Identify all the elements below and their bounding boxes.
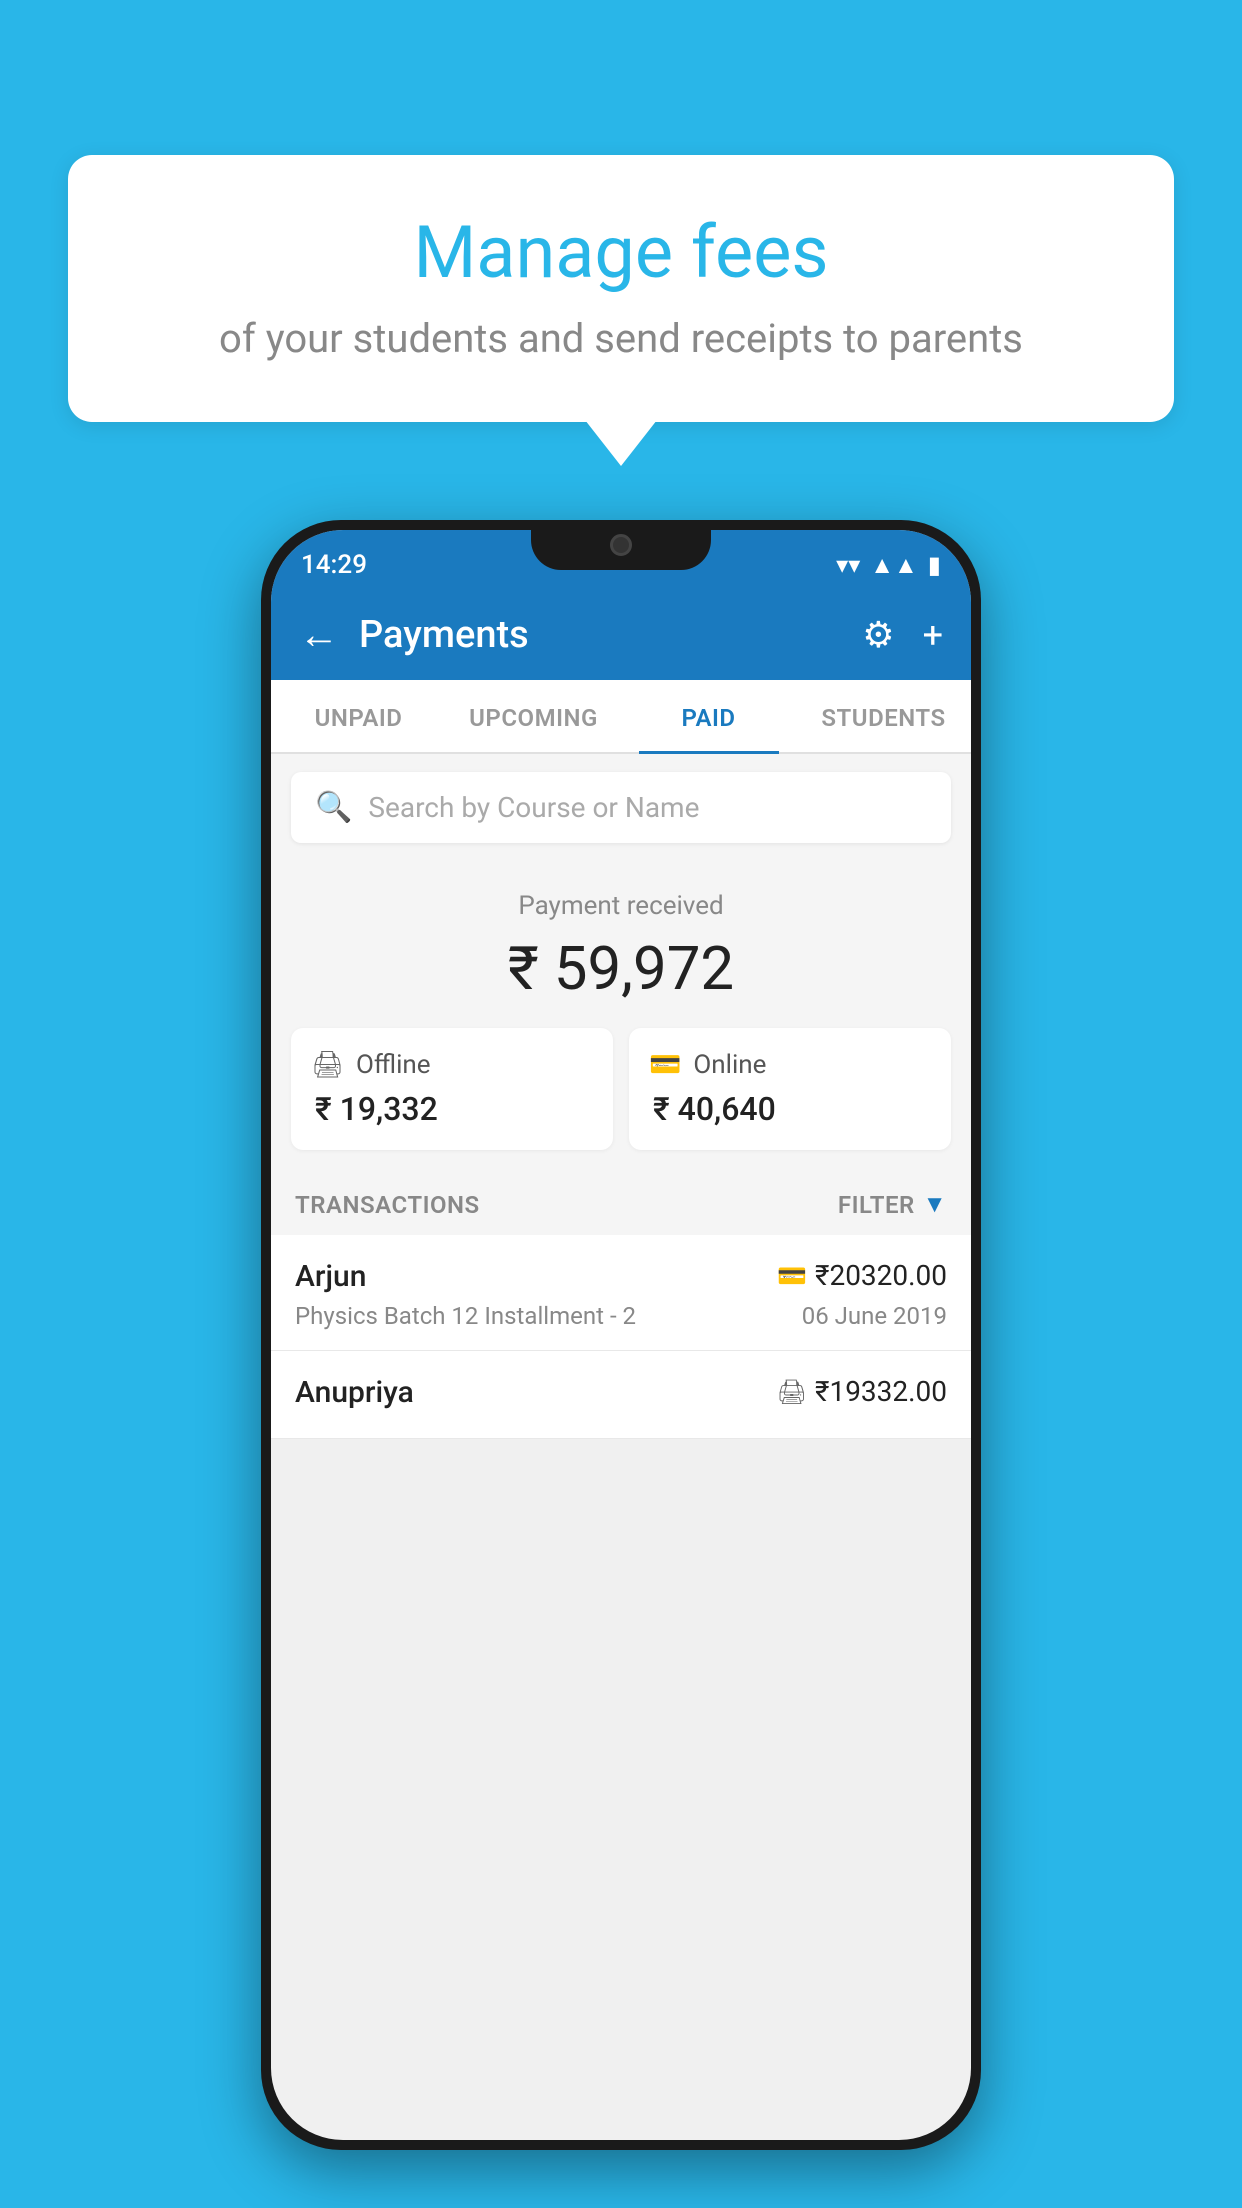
transactions-list: Arjun 💳 ₹20320.00 Physics Batch 12 Insta… — [271, 1235, 971, 1439]
phone-screen: 14:29 ▾▾ ▲▲ ▮ ← Payments ⚙ + UNPAID UPCO… — [271, 530, 971, 2140]
tab-bar: UNPAID UPCOMING PAID STUDENTS — [271, 680, 971, 754]
bubble-title: Manage fees — [128, 210, 1114, 295]
transaction-row-top: Arjun 💳 ₹20320.00 — [295, 1259, 947, 1294]
transaction-amount: 🖨 ₹19332.00 — [777, 1375, 947, 1408]
online-card: 💳 Online ₹ 40,640 — [629, 1028, 951, 1150]
payment-total: ₹ 59,972 — [291, 933, 951, 1004]
online-icon: 💳 — [649, 1050, 681, 1080]
offline-icon: 🖨 — [311, 1050, 344, 1080]
header-actions: ⚙ + — [862, 614, 943, 656]
search-icon: 🔍 — [315, 790, 352, 825]
speech-bubble: Manage fees of your students and send re… — [68, 155, 1174, 422]
signal-icon: ▲▲ — [870, 551, 918, 580]
status-icons: ▾▾ ▲▲ ▮ — [836, 551, 941, 580]
offline-card: 🖨 Offline ₹ 19,332 — [291, 1028, 613, 1150]
tab-unpaid[interactable]: UNPAID — [271, 680, 446, 752]
battery-icon: ▮ — [928, 551, 941, 579]
filter-button[interactable]: FILTER ▼ — [838, 1190, 947, 1219]
online-label: Online — [693, 1050, 766, 1080]
payment-type-icon: 🖨 — [777, 1378, 807, 1406]
transactions-label: TRANSACTIONS — [295, 1191, 480, 1219]
search-container: 🔍 Search by Course or Name — [271, 754, 971, 861]
student-name: Anupriya — [295, 1375, 414, 1410]
add-button[interactable]: + — [923, 614, 943, 656]
phone-notch — [531, 520, 711, 570]
amount-value: ₹20320.00 — [815, 1259, 947, 1292]
tab-paid[interactable]: PAID — [621, 680, 796, 752]
page-title: Payments — [359, 613, 842, 657]
online-card-header: 💳 Online — [649, 1050, 931, 1080]
wifi-icon: ▾▾ — [836, 551, 860, 579]
status-time: 14:29 — [301, 550, 367, 580]
offline-card-header: 🖨 Offline — [311, 1050, 593, 1080]
transaction-amount: 💳 ₹20320.00 — [777, 1259, 947, 1292]
table-row[interactable]: Arjun 💳 ₹20320.00 Physics Batch 12 Insta… — [271, 1235, 971, 1351]
search-bar[interactable]: 🔍 Search by Course or Name — [291, 772, 951, 843]
settings-button[interactable]: ⚙ — [862, 614, 894, 656]
student-name: Arjun — [295, 1259, 366, 1294]
offline-label: Offline — [356, 1050, 431, 1080]
phone-device: 14:29 ▾▾ ▲▲ ▮ ← Payments ⚙ + UNPAID UPCO… — [261, 520, 981, 2150]
tab-students[interactable]: STUDENTS — [796, 680, 971, 752]
transaction-detail: Physics Batch 12 Installment - 2 06 June… — [295, 1302, 947, 1330]
transactions-header: TRANSACTIONS FILTER ▼ — [271, 1170, 971, 1235]
payment-label: Payment received — [291, 891, 951, 921]
filter-icon: ▼ — [923, 1190, 947, 1219]
payment-summary: Payment received ₹ 59,972 🖨 Offline ₹ 19… — [271, 861, 971, 1170]
app-header: ← Payments ⚙ + — [271, 590, 971, 680]
transaction-row-top: Anupriya 🖨 ₹19332.00 — [295, 1375, 947, 1410]
filter-label: FILTER — [838, 1191, 915, 1219]
search-input[interactable]: Search by Course or Name — [368, 791, 699, 824]
front-camera — [610, 534, 632, 556]
bubble-subtitle: of your students and send receipts to pa… — [128, 315, 1114, 362]
tab-upcoming[interactable]: UPCOMING — [446, 680, 621, 752]
amount-value: ₹19332.00 — [815, 1375, 947, 1408]
offline-amount: ₹ 19,332 — [311, 1090, 593, 1128]
course-name: Physics Batch 12 Installment - 2 — [295, 1302, 636, 1330]
table-row[interactable]: Anupriya 🖨 ₹19332.00 — [271, 1351, 971, 1439]
transaction-date: 06 June 2019 — [802, 1302, 947, 1330]
payment-type-icon: 💳 — [777, 1262, 807, 1290]
online-amount: ₹ 40,640 — [649, 1090, 931, 1128]
back-button[interactable]: ← — [299, 615, 339, 655]
payment-cards: 🖨 Offline ₹ 19,332 💳 Online ₹ 40,640 — [291, 1028, 951, 1150]
